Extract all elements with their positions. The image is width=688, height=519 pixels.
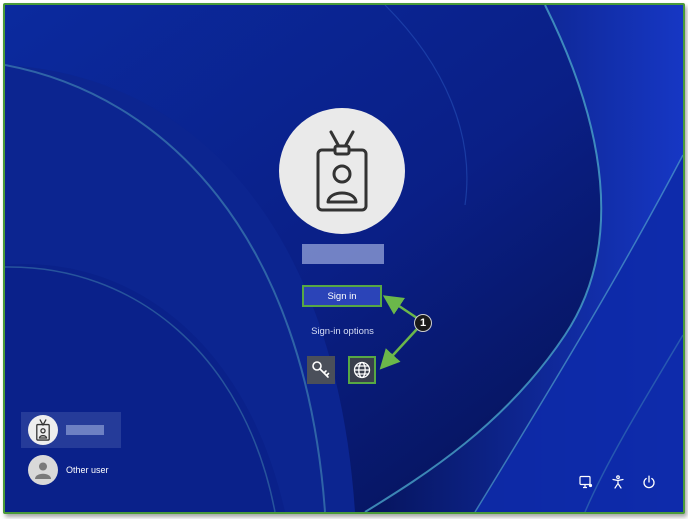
sign-in-button[interactable]: Sign in — [302, 285, 382, 307]
person-icon — [35, 462, 51, 479]
accessibility-button[interactable] — [608, 472, 628, 492]
web-sign-in-option-button[interactable] — [348, 356, 376, 384]
globe-icon — [353, 361, 371, 379]
accessibility-display-button[interactable] — [576, 472, 596, 492]
power-icon — [643, 475, 655, 489]
user-tile-name-placeholder — [66, 425, 104, 435]
user-avatar-large — [279, 108, 405, 234]
accessibility-icon — [612, 475, 624, 489]
user-tile-other-user[interactable]: Other user — [21, 452, 121, 488]
sign-in-options-label[interactable]: Sign-in options — [285, 326, 400, 337]
user-tile-avatar — [28, 415, 58, 445]
key-option-button[interactable] — [307, 356, 335, 384]
other-user-avatar — [28, 455, 58, 485]
accessibility-display-icon — [579, 475, 593, 489]
user-tile-current[interactable] — [21, 412, 121, 448]
other-user-label: Other user — [66, 465, 109, 475]
lock-screen: Sign in Sign-in options 1 Other user — [3, 3, 685, 514]
badge-user-icon — [36, 419, 50, 441]
key-icon — [312, 361, 330, 378]
username-placeholder — [302, 244, 384, 264]
step-callout-badge: 1 — [414, 314, 432, 332]
power-button[interactable] — [639, 472, 659, 492]
badge-user-icon — [316, 130, 368, 212]
